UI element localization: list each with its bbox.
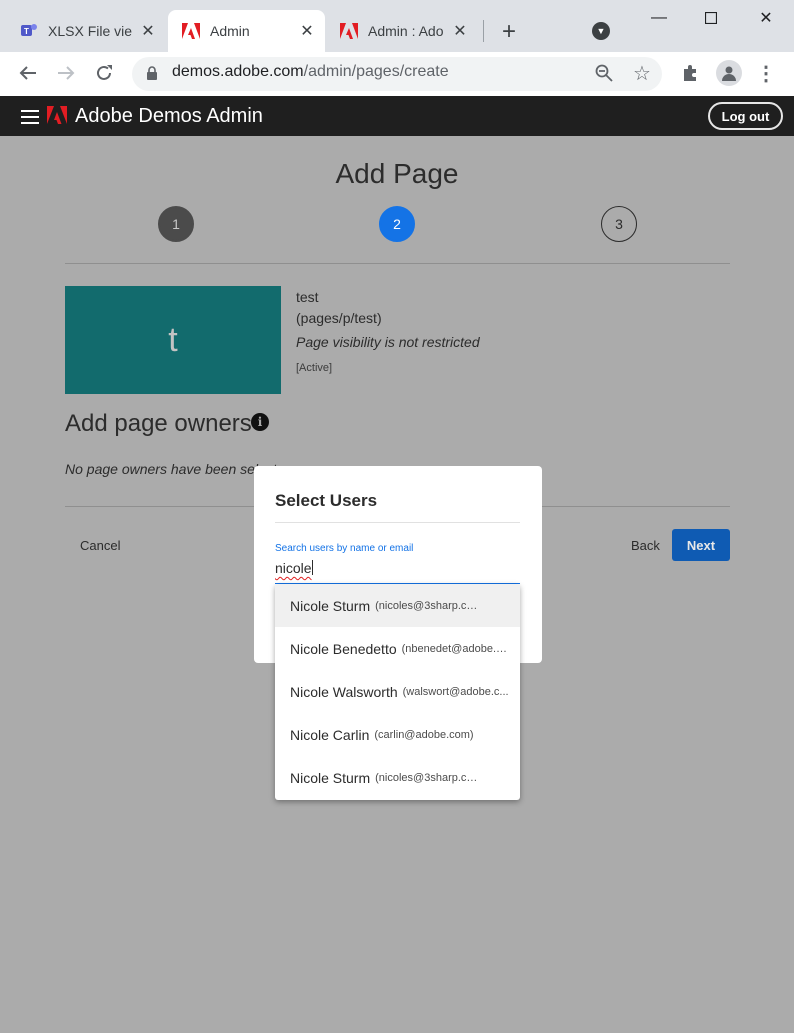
tab-search-icon[interactable]: ▼ [592,22,610,40]
user-search-input[interactable]: nicole [275,560,520,584]
cancel-button[interactable]: Cancel [80,538,120,553]
url-path: /admin/pages/create [303,63,449,80]
info-icon[interactable]: i [251,413,269,431]
url-text[interactable]: demos.adobe.com/admin/pages/create [172,63,449,81]
step-1[interactable]: 1 [158,206,194,242]
back-arrow-icon[interactable] [16,61,40,85]
user-option[interactable]: Nicole Sturm (nicoles@3sharp.com) [275,756,520,799]
user-name: Nicole Walsworth [290,683,398,700]
divider [275,522,520,523]
tab-admin-adobe[interactable]: Admin : Ado ✕ [326,10,478,52]
user-option[interactable]: Nicole Sturm (nicoles@3sharp.com) [275,584,520,627]
search-value: nicole [275,560,312,576]
user-suggestions-list: Nicole Sturm (nicoles@3sharp.com) Nicole… [275,584,520,800]
divider [65,263,730,264]
profile-icon[interactable] [716,60,742,86]
menu-kebab-icon[interactable]: ⋮ [754,61,778,85]
user-option[interactable]: Nicole Walsworth (walswort@adobe.c... [275,670,520,713]
page-visibility: Page visibility is not restricted [296,334,480,350]
adobe-logo-icon [47,106,67,124]
owners-heading: Add page owners [65,410,252,437]
bookmark-star-icon[interactable]: ☆ [630,61,654,85]
adobe-icon [340,22,358,40]
user-email: (carlin@adobe.com) [374,728,474,741]
step-3[interactable]: 3 [601,206,637,242]
user-option[interactable]: Nicole Benedetto (nbenedet@adobe.c... [275,627,520,670]
no-owners-message: No page owners have been select [65,461,277,477]
tab-title: Admin : Ado [368,23,444,39]
user-name: Nicole Sturm [290,769,371,786]
minimize-icon[interactable]: — [644,6,674,30]
forward-arrow-icon[interactable] [54,61,78,85]
user-email: (nicoles@3sharp.com) [375,771,484,784]
hamburger-menu-icon[interactable] [21,110,39,124]
tab-separator [483,20,484,42]
app-title: Adobe Demos Admin [75,105,263,127]
page-name: test [296,289,319,305]
back-button[interactable]: Back [631,538,660,553]
page-title: Add Page [335,158,459,189]
close-icon[interactable]: ✕ [450,21,470,41]
adobe-icon [182,22,200,40]
next-button[interactable]: Next [672,529,730,561]
user-name: Nicole Benedetto [290,640,397,657]
logout-button[interactable]: Log out [708,102,783,130]
close-window-icon[interactable]: ✕ [751,6,781,30]
close-icon[interactable]: ✕ [297,21,317,41]
page-status: [Active] [296,362,333,374]
tab-title: XLSX File vie [48,23,133,39]
dialog-title: Select Users [275,491,378,510]
maximize-icon[interactable] [696,6,726,30]
url-host: demos.adobe.com [172,63,304,80]
reload-icon[interactable] [92,61,116,85]
tab-admin[interactable]: Admin ✕ [168,10,325,52]
user-option[interactable]: Nicole Carlin (carlin@adobe.com) [275,713,520,756]
new-tab-icon[interactable]: + [496,18,522,45]
teams-icon: T [20,22,38,40]
user-email: (nbenedet@adobe.c... [401,642,510,655]
tab-title: Admin [210,23,250,39]
text-caret [311,560,313,575]
close-icon[interactable]: ✕ [138,21,158,41]
tab-xlsx-viewer[interactable]: T XLSX File vie ✕ [6,10,166,52]
user-email: (walswort@adobe.c... [402,685,509,698]
lock-icon [147,66,157,80]
page-thumbnail: t [65,286,281,394]
user-email: (nicoles@3sharp.com) [375,599,484,612]
user-name: Nicole Sturm [290,597,371,614]
zoom-icon[interactable] [592,61,616,85]
user-name: Nicole Carlin [290,726,370,743]
svg-text:T: T [24,27,29,36]
search-label: Search users by name or email [275,543,414,554]
extensions-icon[interactable] [678,61,702,85]
page-path: (pages/p/test) [296,310,382,326]
step-2-current[interactable]: 2 [379,206,415,242]
